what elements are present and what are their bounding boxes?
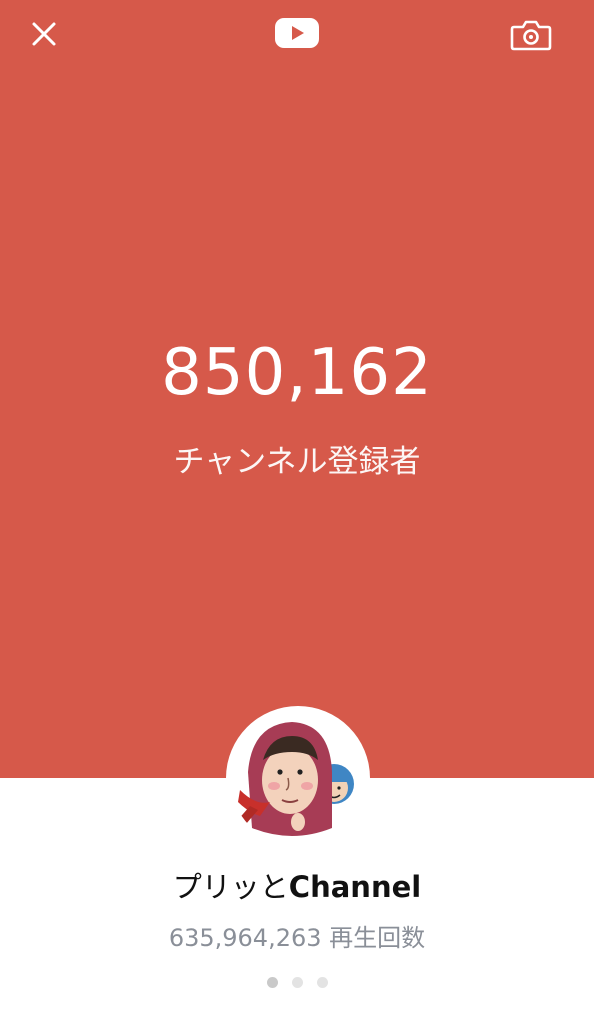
channel-name: プリッとChannel	[0, 864, 594, 906]
channel-name-latin: Channel	[288, 870, 422, 904]
channel-name-jp: プリッと	[172, 870, 289, 904]
camera-icon	[510, 20, 552, 51]
view-count: 635,964,263 再生回数	[0, 918, 594, 953]
close-button[interactable]	[22, 14, 66, 58]
view-count-value: 635,964,263	[168, 924, 322, 952]
hero-panel: 850,162 チャンネル登録者	[0, 0, 594, 778]
page-indicator	[0, 973, 594, 992]
page-dot-2[interactable]	[291, 977, 303, 988]
page-dot-1[interactable]	[266, 977, 278, 988]
camera-button[interactable]	[509, 14, 553, 58]
page-dot-3[interactable]	[316, 977, 328, 988]
avatar-illustration	[230, 710, 366, 846]
subscriber-label: チャンネル登録者	[173, 444, 421, 480]
close-icon	[32, 22, 56, 46]
channel-avatar[interactable]	[226, 706, 370, 850]
youtube-logo-icon	[274, 15, 320, 51]
subscriber-count: 850,162	[161, 336, 433, 410]
view-count-label: 再生回数	[329, 924, 426, 952]
